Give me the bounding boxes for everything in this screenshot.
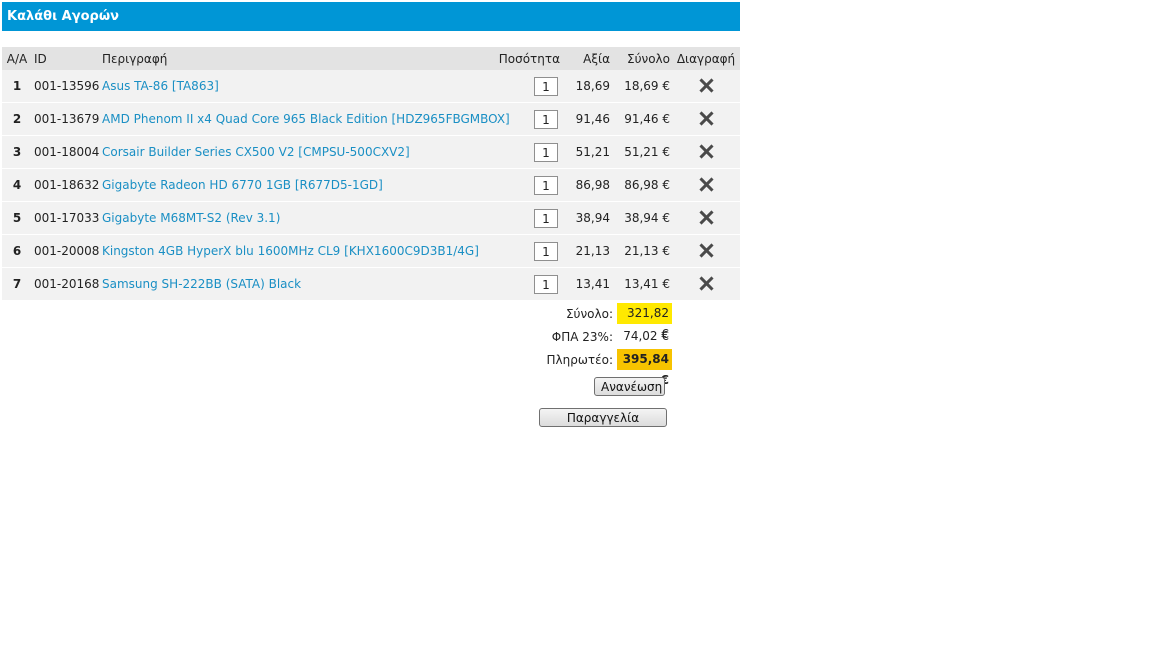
payable-row: Πληρωτέο: 395,84 €: [540, 348, 672, 387]
row-index: 5: [2, 201, 32, 235]
product-id: 001-18632: [32, 168, 100, 202]
row-index: 7: [2, 267, 32, 301]
col-header-aa: Α/Α: [2, 47, 32, 70]
shopping-cart: Καλάθι Αγορών Α/Α ID Περιγραφή Ποσότητα …: [2, 2, 740, 301]
product-link[interactable]: Kingston 4GB HyperX blu 1600MHz CL9 [KHX…: [102, 244, 479, 258]
subtotal-row: Σύνολο: 321,82 €: [540, 302, 672, 341]
line-total: 13,41 €: [612, 267, 672, 301]
row-index: 3: [2, 135, 32, 169]
line-total: 38,94 €: [612, 201, 672, 235]
payable-value: 395,84 €: [617, 349, 672, 387]
unit-value: 91,46: [562, 102, 612, 136]
table-row: 1 001-13596 Asus TA-86 [TA863] 1 18,69 1…: [2, 70, 740, 103]
product-link[interactable]: Gigabyte Radeon HD 6770 1GB [R677D5-1GD]: [102, 178, 383, 192]
col-header-total: Σύνολο: [612, 47, 672, 70]
cart-table: Α/Α ID Περιγραφή Ποσότητα Αξία Σύνολο Δι…: [2, 47, 740, 301]
product-id: 001-18004: [32, 135, 100, 169]
line-total: 91,46 €: [612, 102, 672, 136]
row-index: 2: [2, 102, 32, 136]
unit-value: 13,41: [562, 267, 612, 301]
product-link[interactable]: Asus TA-86 [TA863]: [102, 79, 219, 93]
unit-value: 86,98: [562, 168, 612, 202]
product-id: 001-13596: [32, 70, 100, 103]
quantity-input[interactable]: 1: [534, 142, 558, 162]
row-index: 1: [2, 70, 32, 103]
table-row: 4 001-18632 Gigabyte Radeon HD 6770 1GB …: [2, 168, 740, 202]
product-id: 001-17033: [32, 201, 100, 235]
table-header-row: Α/Α ID Περιγραφή Ποσότητα Αξία Σύνολο Δι…: [2, 47, 740, 70]
table-row: 5 001-17033 Gigabyte M68MT-S2 (Rev 3.1) …: [2, 201, 740, 235]
close-icon[interactable]: [699, 177, 713, 191]
product-link[interactable]: Corsair Builder Series CX500 V2 [CMPSU-5…: [102, 145, 410, 159]
unit-value: 51,21: [562, 135, 612, 169]
product-link[interactable]: Gigabyte M68MT-S2 (Rev 3.1): [102, 211, 280, 225]
close-icon[interactable]: [699, 276, 713, 290]
col-header-value: Αξία: [562, 47, 612, 70]
product-link[interactable]: AMD Phenom II x4 Quad Core 965 Black Edi…: [102, 112, 510, 126]
cart-totals: Σύνολο: 321,82 € ΦΠΑ 23%: 74,02 € Πληρωτ…: [540, 302, 672, 387]
quantity-input[interactable]: 1: [534, 208, 558, 228]
quantity-input[interactable]: 1: [534, 274, 558, 294]
table-row: 7 001-20168 Samsung SH-222BB (SATA) Blac…: [2, 267, 740, 301]
col-header-description: Περιγραφή: [100, 47, 494, 70]
table-row: 2 001-13679 AMD Phenom II x4 Quad Core 9…: [2, 102, 740, 136]
table-row: 3 001-18004 Corsair Builder Series CX500…: [2, 135, 740, 169]
close-icon[interactable]: [699, 78, 713, 92]
col-header-delete: Διαγραφή: [672, 47, 740, 70]
unit-value: 38,94: [562, 201, 612, 235]
quantity-input[interactable]: 1: [534, 175, 558, 195]
subtotal-label: Σύνολο:: [565, 306, 613, 321]
quantity-input[interactable]: 1: [534, 241, 558, 261]
quantity-input[interactable]: 1: [534, 76, 558, 96]
line-total: 21,13 €: [612, 234, 672, 268]
col-header-quantity: Ποσότητα: [494, 47, 562, 70]
unit-value: 21,13: [562, 234, 612, 268]
cart-title: Καλάθι Αγορών: [2, 2, 740, 31]
table-row: 6 001-20008 Kingston 4GB HyperX blu 1600…: [2, 234, 740, 268]
quantity-input[interactable]: 1: [534, 109, 558, 129]
close-icon[interactable]: [699, 243, 713, 257]
product-link[interactable]: Samsung SH-222BB (SATA) Black: [102, 277, 301, 291]
line-total: 51,21 €: [612, 135, 672, 169]
vat-value: 74,02 €: [623, 329, 669, 343]
line-total: 86,98 €: [612, 168, 672, 202]
refresh-button[interactable]: Ανανέωση: [594, 377, 665, 396]
product-id: 001-20008: [32, 234, 100, 268]
close-icon[interactable]: [699, 144, 713, 158]
product-id: 001-13679: [32, 102, 100, 136]
unit-value: 18,69: [562, 70, 612, 103]
close-icon[interactable]: [699, 111, 713, 125]
line-total: 18,69 €: [612, 70, 672, 103]
col-header-id: ID: [32, 47, 100, 70]
vat-label: ΦΠΑ 23%:: [551, 329, 613, 344]
vat-row: ΦΠΑ 23%: 74,02 €: [540, 325, 672, 348]
row-index: 6: [2, 234, 32, 268]
subtotal-value: 321,82 €: [617, 303, 672, 341]
row-index: 4: [2, 168, 32, 202]
close-icon[interactable]: [699, 210, 713, 224]
order-button[interactable]: Παραγγελία: [539, 408, 667, 427]
payable-label: Πληρωτέο:: [546, 352, 614, 367]
product-id: 001-20168: [32, 267, 100, 301]
